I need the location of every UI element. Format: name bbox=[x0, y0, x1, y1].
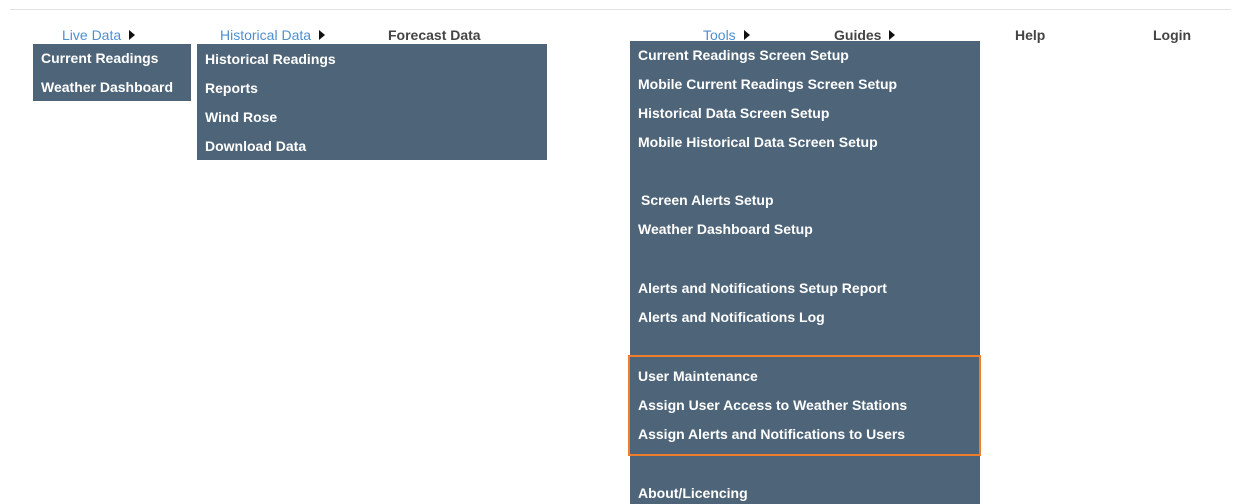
menu-item-alerts-notifications-setup-report[interactable]: Alerts and Notifications Setup Report bbox=[638, 280, 887, 296]
caret-right-icon bbox=[889, 30, 896, 41]
nav-live-data[interactable]: Live Data bbox=[62, 27, 136, 43]
menu-item-mobile-historical-data-screen-setup[interactable]: Mobile Historical Data Screen Setup bbox=[638, 134, 878, 150]
top-divider bbox=[10, 9, 1231, 10]
user-items-highlight bbox=[628, 355, 981, 456]
nav-login-label: Login bbox=[1153, 27, 1192, 43]
nav-help[interactable]: Help bbox=[1015, 27, 1045, 43]
nav-forecast-data[interactable]: Forecast Data bbox=[388, 27, 481, 43]
menu-item-wind-rose[interactable]: Wind Rose bbox=[205, 109, 277, 125]
nav-historical-data[interactable]: Historical Data bbox=[220, 27, 326, 43]
nav-login[interactable]: Login bbox=[1153, 27, 1191, 43]
caret-right-icon bbox=[743, 30, 750, 41]
menu-item-historical-data-screen-setup[interactable]: Historical Data Screen Setup bbox=[638, 105, 829, 121]
menu-item-current-readings-screen-setup[interactable]: Current Readings Screen Setup bbox=[638, 47, 849, 63]
menu-item-about-licencing[interactable]: About/Licencing bbox=[638, 485, 748, 501]
menu-item-alerts-notifications-log[interactable]: Alerts and Notifications Log bbox=[638, 309, 825, 325]
menu-item-current-readings[interactable]: Current Readings bbox=[41, 50, 158, 66]
historical-data-dropdown: Historical Readings Reports Wind Rose Do… bbox=[197, 44, 547, 160]
nav-forecast-data-label: Forecast Data bbox=[388, 27, 481, 43]
nav-historical-data-label: Historical Data bbox=[220, 27, 312, 43]
menu-item-screen-alerts-setup[interactable]: Screen Alerts Setup bbox=[641, 192, 774, 208]
menu-item-download-data[interactable]: Download Data bbox=[205, 138, 306, 154]
caret-right-icon bbox=[129, 30, 136, 41]
caret-right-icon bbox=[319, 30, 326, 41]
nav-live-data-label: Live Data bbox=[62, 27, 122, 43]
menu-item-historical-readings[interactable]: Historical Readings bbox=[205, 51, 336, 67]
live-data-dropdown: Current Readings Weather Dashboard bbox=[33, 44, 191, 101]
menu-item-weather-dashboard[interactable]: Weather Dashboard bbox=[41, 79, 173, 95]
menu-item-weather-dashboard-setup[interactable]: Weather Dashboard Setup bbox=[638, 221, 813, 237]
nav-help-label: Help bbox=[1015, 27, 1046, 43]
menu-item-reports[interactable]: Reports bbox=[205, 80, 258, 96]
menu-item-mobile-current-readings-screen-setup[interactable]: Mobile Current Readings Screen Setup bbox=[638, 76, 897, 92]
